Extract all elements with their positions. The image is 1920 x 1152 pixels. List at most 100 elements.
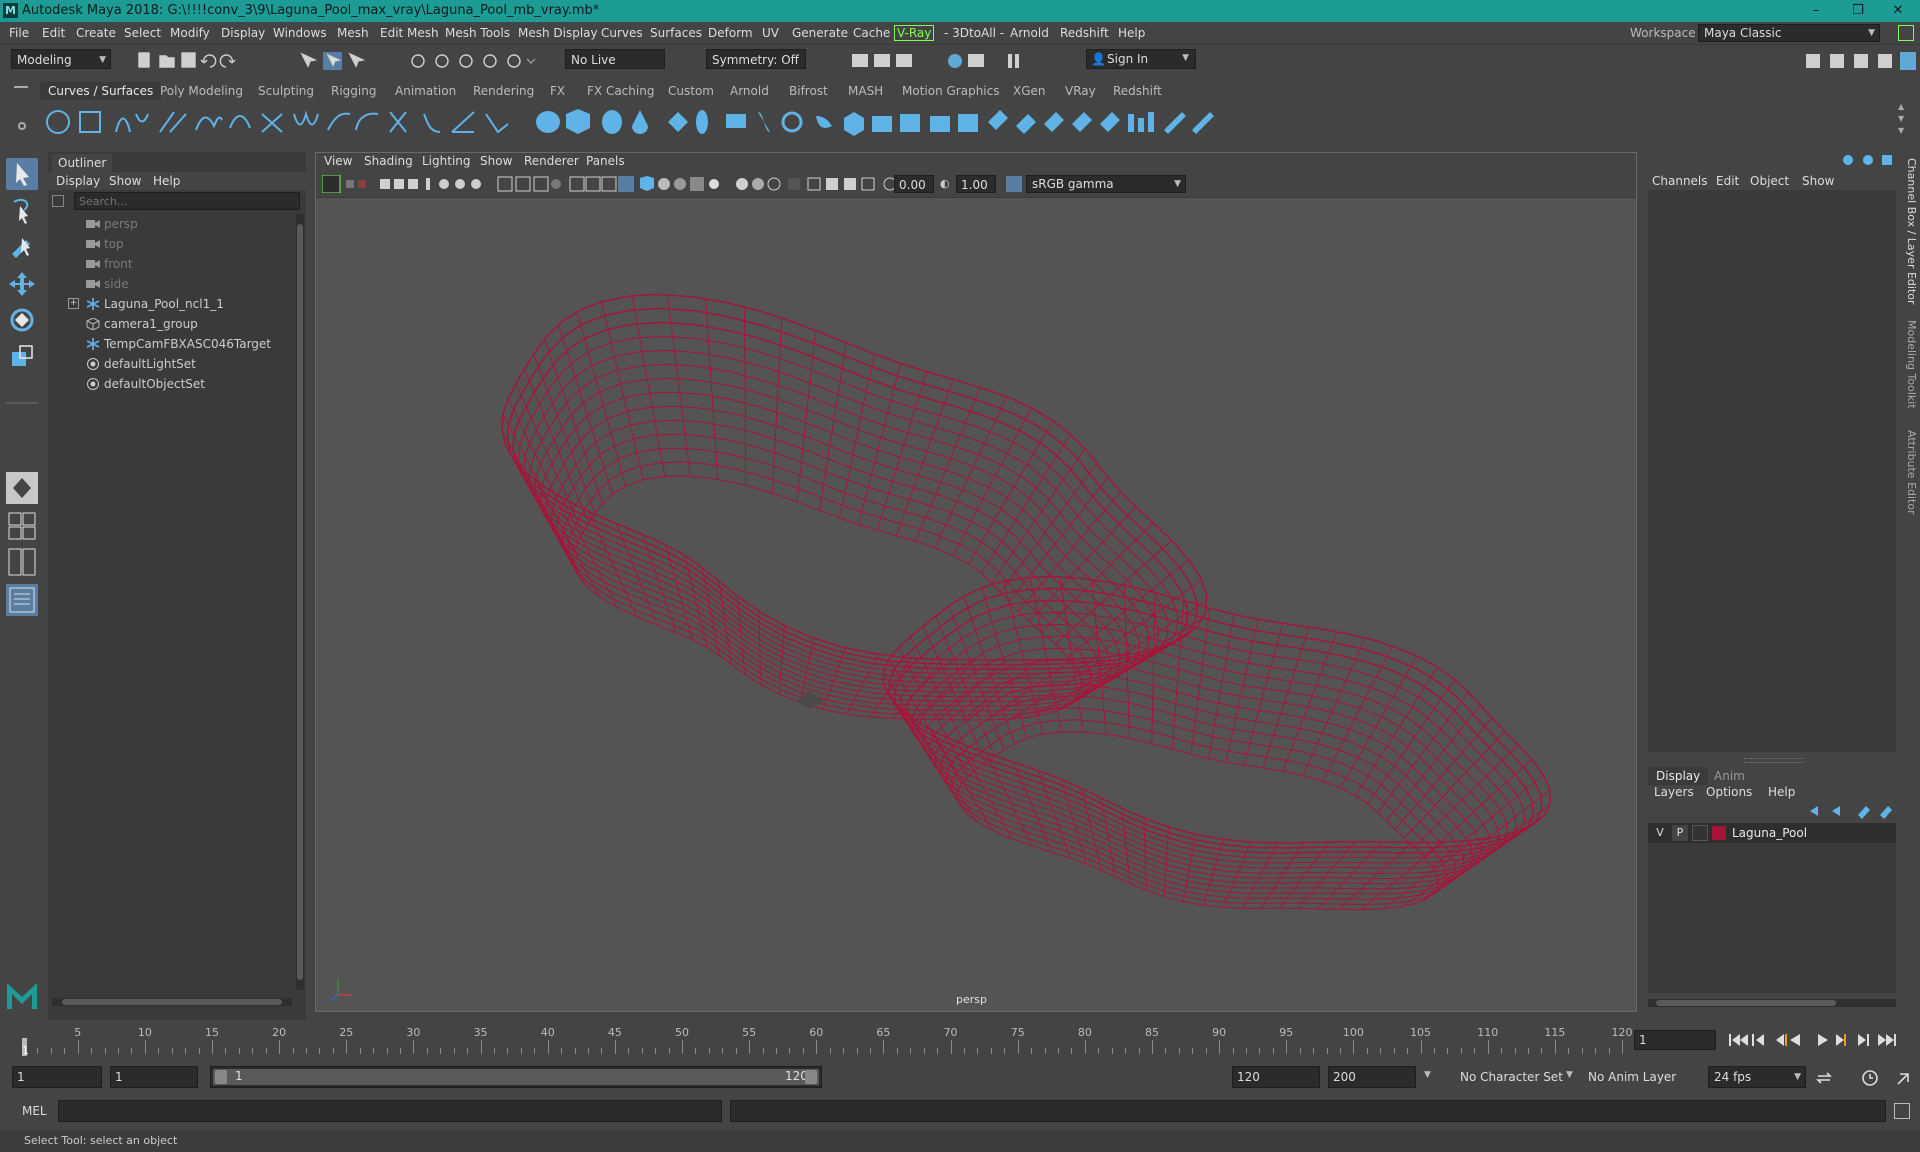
workspace-dropdown[interactable]: Maya Classic ▼ bbox=[1698, 24, 1880, 42]
perspective-viewport[interactable]: View Shading Lighting Show Renderer Pane… bbox=[315, 152, 1637, 1012]
four-view-layout-icon[interactable] bbox=[6, 510, 38, 542]
shelf-tab-custom[interactable]: Custom bbox=[668, 84, 714, 98]
outliner-search-input[interactable] bbox=[74, 192, 300, 210]
outliner-layout-icon[interactable] bbox=[6, 584, 38, 616]
shelf-tab-motion-graphics[interactable]: Motion Graphics bbox=[902, 84, 1000, 98]
fps-dropdown[interactable]: 24 fps ▼ bbox=[1708, 1066, 1806, 1088]
character-set-dropdown[interactable]: No Character Set bbox=[1440, 1066, 1572, 1088]
layer-playback-toggle[interactable]: P bbox=[1672, 825, 1688, 841]
chevron-down-icon[interactable]: ▼ bbox=[1566, 1070, 1573, 1080]
shelf-tab-vray[interactable]: VRay bbox=[1065, 84, 1096, 98]
menu-file[interactable]: File bbox=[9, 26, 29, 40]
viewport-menu-shading[interactable]: Shading bbox=[364, 154, 413, 168]
outliner-menu-help[interactable]: Help bbox=[153, 174, 180, 188]
side-tab-modeling-toolkit[interactable]: Modeling Toolkit bbox=[1905, 320, 1918, 409]
menu-display[interactable]: Display bbox=[221, 26, 265, 40]
shelf-tab-rigging[interactable]: Rigging bbox=[331, 84, 376, 98]
scale-tool[interactable] bbox=[6, 340, 38, 372]
current-frame-field[interactable]: 1 bbox=[1634, 1030, 1716, 1050]
color-space-dropdown[interactable]: sRGB gamma ▼ bbox=[1026, 175, 1186, 193]
layer-horizontal-scrollbar[interactable] bbox=[1648, 999, 1896, 1007]
channel-menu-show[interactable]: Show bbox=[1802, 174, 1834, 188]
layer-display-type-toggle[interactable] bbox=[1692, 825, 1708, 841]
shelf-tool-icons[interactable] bbox=[40, 104, 1340, 140]
select-tool[interactable] bbox=[6, 158, 38, 190]
menu-select[interactable]: Select bbox=[124, 26, 161, 40]
range-slider-handle[interactable] bbox=[213, 1069, 819, 1085]
maximize-button[interactable]: ❐ bbox=[1838, 2, 1878, 20]
side-tab-attribute-editor[interactable]: Attribute Editor bbox=[1905, 430, 1918, 515]
channel-menu-edit[interactable]: Edit bbox=[1716, 174, 1739, 188]
laguna-pool-wireframe[interactable] bbox=[316, 197, 1636, 1011]
command-language-label[interactable]: MEL bbox=[22, 1104, 47, 1118]
layer-tab-anim[interactable]: Anim bbox=[1714, 769, 1745, 783]
shelf-tab-bifrost[interactable]: Bifrost bbox=[789, 84, 828, 98]
outliner-menu-show[interactable]: Show bbox=[109, 174, 141, 188]
layer-tab-display[interactable]: Display bbox=[1648, 767, 1709, 785]
lock-icon[interactable] bbox=[1898, 25, 1914, 41]
outliner-item-persp[interactable]: persp bbox=[48, 214, 288, 234]
menu-redshift[interactable]: Redshift bbox=[1060, 26, 1109, 40]
outliner-item-top[interactable]: top bbox=[48, 234, 288, 254]
move-tool[interactable] bbox=[6, 268, 38, 300]
shelf-tab-rendering[interactable]: Rendering bbox=[473, 84, 534, 98]
filter-icon[interactable] bbox=[52, 195, 64, 207]
menu-arnold[interactable]: Arnold bbox=[1010, 26, 1049, 40]
color-management-icon[interactable] bbox=[1006, 176, 1022, 192]
viewport-toolbar-icons[interactable] bbox=[322, 175, 972, 193]
anim-layer-dropdown[interactable]: No Anim Layer bbox=[1582, 1066, 1690, 1088]
side-tab-channel-box[interactable]: Channel Box / Layer Editor bbox=[1905, 158, 1918, 305]
menu-create[interactable]: Create bbox=[76, 26, 116, 40]
outliner-item-default-object-set[interactable]: defaultObjectSet bbox=[48, 374, 288, 394]
shelf-tab-animation[interactable]: Animation bbox=[395, 84, 456, 98]
menu-deform[interactable]: Deform bbox=[708, 26, 753, 40]
file-tools-icons[interactable] bbox=[130, 51, 550, 71]
outliner-vertical-scrollbar[interactable] bbox=[296, 214, 304, 990]
shelf-tab-fx[interactable]: FX bbox=[550, 84, 565, 98]
playback-controls[interactable] bbox=[1726, 1030, 1916, 1050]
panel-toggle-icons[interactable] bbox=[1800, 51, 1918, 71]
viewport-menu-lighting[interactable]: Lighting bbox=[422, 154, 471, 168]
menu-help[interactable]: Help bbox=[1118, 26, 1145, 40]
menu-mesh-tools[interactable]: Mesh Tools bbox=[445, 26, 510, 40]
gamma-icon[interactable]: ◐ bbox=[940, 177, 952, 190]
range-end-handle[interactable] bbox=[805, 1070, 817, 1084]
menu-cache[interactable]: Cache bbox=[853, 26, 890, 40]
viewport-menu-panels[interactable]: Panels bbox=[586, 154, 625, 168]
channel-menu-channels[interactable]: Channels bbox=[1652, 174, 1708, 188]
shelf-tab-sculpting[interactable]: Sculpting bbox=[258, 84, 314, 98]
outliner-item-tempcam-target[interactable]: TempCamFBXASC046Target bbox=[48, 334, 288, 354]
playback-end-field[interactable]: 120 bbox=[1232, 1066, 1320, 1088]
shelf-tab-redshift[interactable]: Redshift bbox=[1113, 84, 1162, 98]
outliner-item-default-light-set[interactable]: defaultLightSet bbox=[48, 354, 288, 374]
two-view-layout-icon[interactable] bbox=[6, 546, 38, 578]
shelf-tab-xgen[interactable]: XGen bbox=[1013, 84, 1046, 98]
time-slider[interactable]: 5 10 15 20 25 30 35 40 45 50 55 60 65 70 75 80 85 90 95 100… bbox=[0, 1020, 1920, 1060]
shelf-menu-icon[interactable] bbox=[14, 86, 28, 88]
layer-color-swatch[interactable] bbox=[1712, 826, 1726, 840]
menu-edit-mesh[interactable]: Edit Mesh bbox=[380, 26, 439, 40]
menu-mesh[interactable]: Mesh bbox=[337, 26, 369, 40]
end-time-field[interactable]: 200 bbox=[1328, 1066, 1416, 1088]
viewport-menu-renderer[interactable]: Renderer bbox=[524, 154, 579, 168]
shelf-tab-fx-caching[interactable]: FX Caching bbox=[587, 84, 654, 98]
shelf-tab-curves-surfaces[interactable]: Curves / Surfaces bbox=[40, 82, 162, 100]
splitter-handle[interactable] bbox=[1744, 758, 1804, 763]
layer-action-icons[interactable] bbox=[1806, 803, 1896, 819]
range-start-handle[interactable] bbox=[215, 1070, 227, 1084]
viewport-menu-show[interactable]: Show bbox=[480, 154, 512, 168]
menu-modify[interactable]: Modify bbox=[170, 26, 210, 40]
gamma-field[interactable]: 1.00 bbox=[956, 175, 996, 193]
shelf-tab-mash[interactable]: MASH bbox=[848, 84, 883, 98]
single-view-layout-icon[interactable] bbox=[6, 472, 38, 504]
range-slider-bar[interactable]: 1 120 bbox=[210, 1066, 822, 1088]
symmetry-dropdown[interactable]: Symmetry: Off bbox=[706, 49, 806, 69]
close-button[interactable]: ✕ bbox=[1878, 2, 1918, 20]
menu-curves[interactable]: Curves bbox=[601, 26, 643, 40]
chevron-down-icon[interactable]: ▼ bbox=[1424, 1070, 1431, 1080]
gear-icon[interactable] bbox=[18, 122, 26, 130]
exposure-field[interactable]: 0.00 bbox=[894, 175, 934, 193]
minimize-button[interactable]: – bbox=[1796, 2, 1836, 20]
outliner-horizontal-scrollbar[interactable] bbox=[52, 998, 292, 1006]
shelf-tab-arnold[interactable]: Arnold bbox=[730, 84, 769, 98]
